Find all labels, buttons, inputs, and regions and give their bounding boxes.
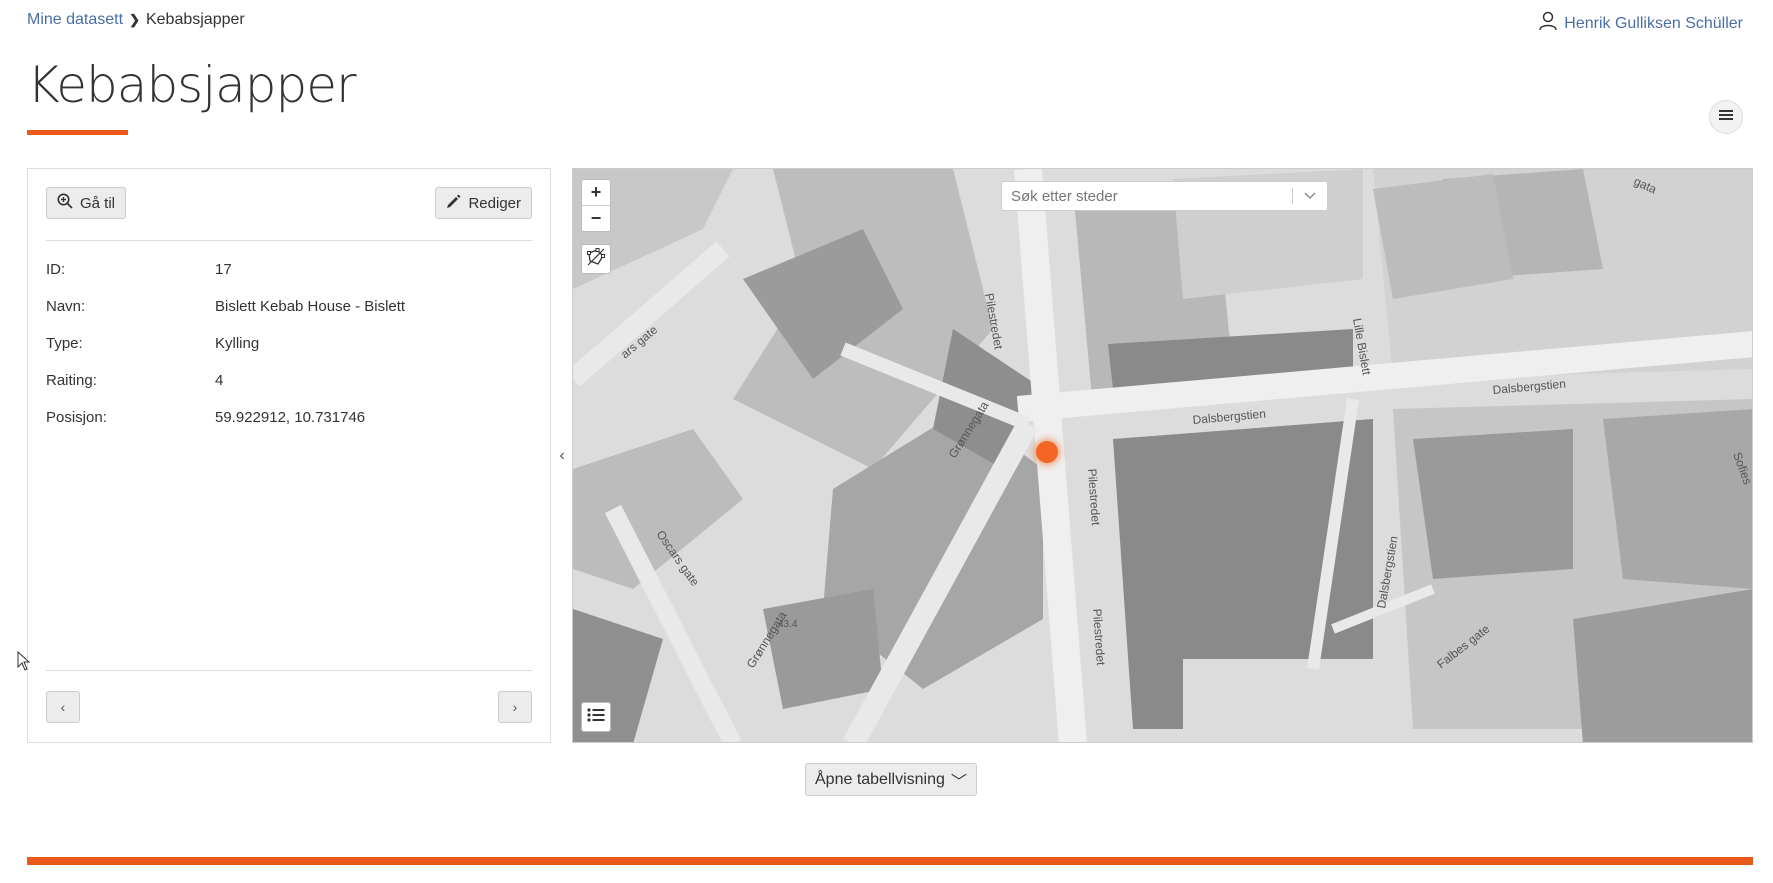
chevron-right-icon: ❯: [129, 12, 140, 27]
legend-button[interactable]: [581, 702, 611, 732]
zoom-out-button[interactable]: −: [582, 205, 610, 231]
collapse-panel-toggle[interactable]: ‹: [552, 168, 572, 743]
page-title: Kebabsjapper: [27, 56, 357, 114]
title-underline: [27, 130, 128, 135]
breadcrumb-link-mine-datasett[interactable]: Mine datasett: [27, 11, 123, 29]
zoom-control: + −: [581, 179, 611, 232]
user-name[interactable]: Henrik Gulliksen Schüller: [1564, 15, 1743, 33]
mouse-cursor-icon: [17, 650, 31, 676]
field-value: Kylling: [215, 335, 260, 352]
place-search-input[interactable]: [1002, 183, 1292, 209]
map-view[interactable]: Pilestredet Pilestredet Pilestredet Dals…: [572, 168, 1753, 743]
elevation-label: 43.4: [778, 619, 798, 630]
field-value: 17: [215, 261, 232, 278]
field-label: Posisjon:: [46, 409, 107, 426]
hamburger-icon: [1719, 108, 1733, 126]
open-table-view-label: Åpne tabellvisning: [815, 770, 945, 788]
zoom-in-icon: [57, 193, 73, 213]
previous-feature-button[interactable]: ‹: [46, 691, 80, 723]
field-value: Bislett Kebab House - Bislett: [215, 298, 406, 315]
draw-polygon-icon: [586, 247, 606, 272]
divider: [46, 670, 532, 671]
breadcrumb-current: Kebabsjapper: [145, 11, 245, 28]
field-label: Raiting:: [46, 372, 97, 389]
chevron-left-icon: ‹: [60, 699, 66, 715]
goto-button-label: Gå til: [80, 194, 116, 212]
chevron-down-icon[interactable]: [1293, 192, 1327, 200]
goto-button[interactable]: Gå til: [46, 187, 127, 219]
list-icon: [587, 707, 605, 727]
chevron-down-icon: ﹀: [950, 773, 967, 791]
next-feature-button[interactable]: ›: [498, 691, 532, 723]
map-basemap[interactable]: Pilestredet Pilestredet Pilestredet Dals…: [573, 169, 1753, 743]
user-icon: [1538, 11, 1558, 36]
footer-accent-bar: [27, 857, 1753, 865]
feature-detail-panel: Gå til Rediger ID: 17 Navn: Bislett Keba…: [27, 168, 551, 743]
draw-tool-button[interactable]: [581, 244, 611, 274]
field-label: Type:: [46, 335, 83, 352]
field-value: 59.922912, 10.731746: [215, 409, 366, 426]
feature-marker[interactable]: [1036, 441, 1058, 463]
edit-button[interactable]: Rediger: [435, 187, 532, 219]
field-label: ID:: [46, 261, 66, 278]
hamburger-menu-button[interactable]: [1709, 100, 1743, 134]
chevron-left-icon: ‹: [559, 446, 565, 464]
divider: [46, 240, 532, 241]
open-table-view-button[interactable]: Åpne tabellvisning ﹀: [805, 763, 977, 796]
user-menu[interactable]: Henrik Gulliksen Schüller: [1538, 11, 1743, 36]
field-value: 4: [215, 372, 224, 389]
pencil-icon: [446, 194, 461, 213]
place-search[interactable]: [1001, 181, 1328, 211]
field-label: Navn:: [46, 298, 86, 315]
breadcrumb: Mine datasett ❯ Kebabsjapper: [27, 11, 245, 29]
chevron-right-icon: ›: [512, 699, 518, 715]
zoom-in-button[interactable]: +: [582, 180, 610, 205]
edit-button-label: Rediger: [468, 194, 521, 212]
